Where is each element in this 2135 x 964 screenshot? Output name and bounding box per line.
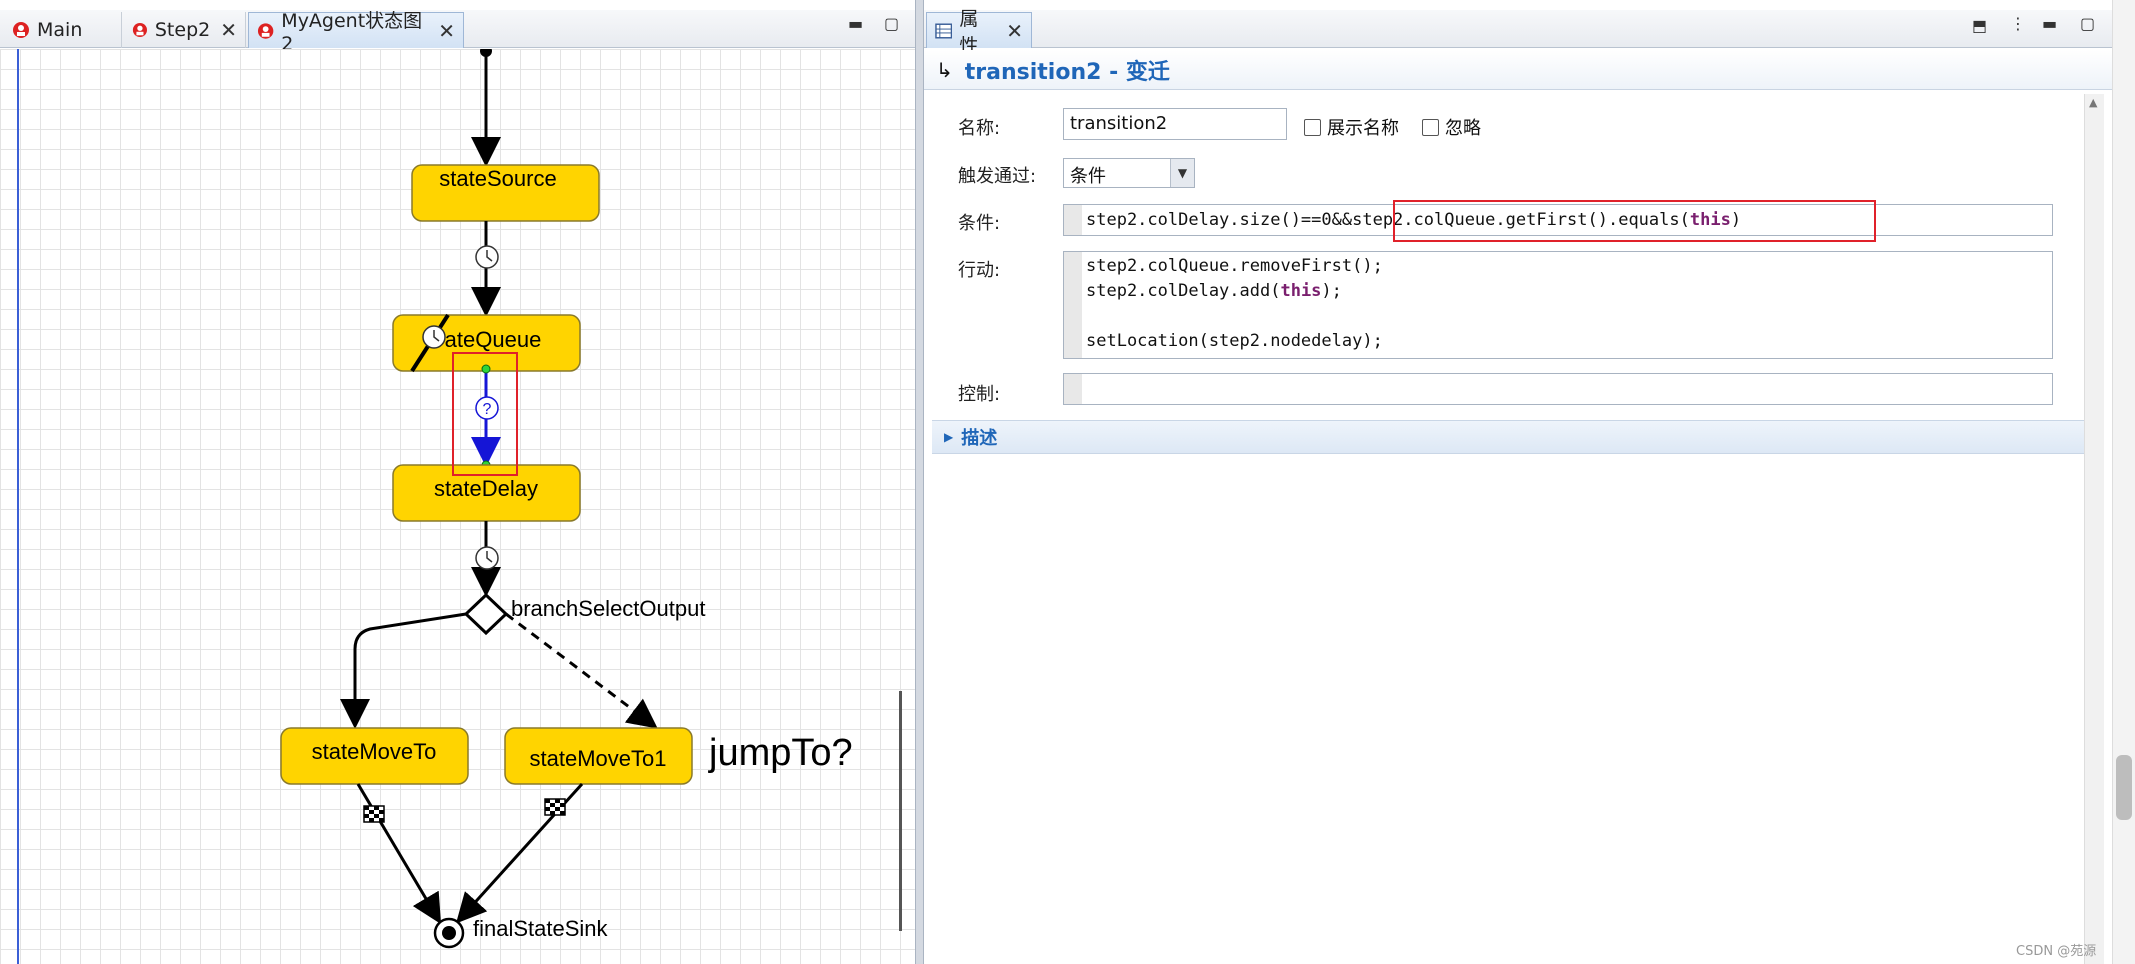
scroll-up-icon[interactable]: ▲: [2089, 96, 2097, 109]
agent-icon: [132, 22, 147, 38]
name-label: 名称:: [958, 118, 1001, 139]
checkered-flag-icon: [363, 805, 385, 823]
trigger-select[interactable]: 条件 ▼: [1063, 158, 1195, 188]
branch-select-output[interactable]: [463, 592, 509, 636]
editor-gutter: [1064, 374, 1082, 404]
final-state-dot: [442, 926, 456, 940]
tab-label: Step2: [154, 19, 211, 41]
name-input[interactable]: transition2: [1063, 108, 1287, 140]
show-name-label: 展示名称: [1327, 118, 1399, 139]
final-state-label: finalStateSink: [473, 916, 609, 941]
ignore-checkbox[interactable]: 忽略: [1422, 114, 1481, 140]
statechart-diagram: statechart stateSource ateQueue: [280, 49, 853, 949]
description-label: 描述: [961, 428, 998, 449]
transition-branch-moveto[interactable]: [340, 612, 467, 729]
action-code-line: step2.colDelay.add(this);: [1086, 281, 1342, 301]
action-code-line: step2.colQueue.removeFirst();: [1086, 256, 1383, 276]
description-section[interactable]: ▶ 描述: [932, 420, 2092, 454]
window-scrollbar[interactable]: [2112, 0, 2135, 964]
properties-scrollbar[interactable]: ▲: [2084, 94, 2104, 964]
ignore-label: 忽略: [1445, 118, 1481, 139]
state-move-to1-label: stateMoveTo1: [530, 746, 667, 771]
tab-main[interactable]: Main: [4, 12, 122, 48]
agent-icon: [13, 22, 29, 38]
tab-step2[interactable]: Step2 ✕: [124, 12, 246, 48]
transition-moveto-final[interactable]: [356, 783, 442, 925]
state-delay-label: stateDelay: [434, 476, 538, 501]
panel-divider[interactable]: [915, 0, 924, 964]
minimize-icon[interactable]: ▬: [2042, 14, 2057, 33]
editor-panel: Main Step2 ✕ MyAgent状态图2 ✕ ▬ ▢ stateSour…: [0, 0, 915, 964]
maximize-icon[interactable]: ▢: [884, 14, 899, 33]
canvas-scrollbar[interactable]: [899, 691, 902, 931]
control-label: 控制:: [958, 384, 1001, 405]
checkbox-box[interactable]: [1304, 118, 1321, 136]
tab-properties[interactable]: 属性 ✕: [926, 8, 1032, 57]
editor-gutter: [1064, 205, 1082, 235]
statechart-label: statechart: [510, 49, 607, 53]
properties-panel: 属性 ✕ ⬒ ⋮ ▬ ▢ ↳ transition2 - 变迁 名称: tran…: [924, 0, 2135, 964]
control-editor[interactable]: [1063, 373, 2053, 405]
action-label: 行动:: [958, 260, 1001, 281]
close-icon[interactable]: ✕: [438, 19, 455, 43]
tab-label: Main: [37, 19, 83, 41]
close-icon[interactable]: ✕: [220, 18, 237, 42]
state-queue-label: ateQueue: [445, 327, 542, 352]
statechart-canvas[interactable]: statechart stateSource ateQueue: [0, 49, 915, 964]
tab-label: MyAgent状态图2: [281, 10, 423, 55]
transition-branch-moveto1[interactable]: [505, 612, 658, 729]
trigger-label: 触发通过:: [958, 166, 1037, 187]
chevron-down-icon[interactable]: ▼: [1170, 159, 1194, 187]
jumpto-annotation: jumpTo?: [708, 732, 853, 774]
editor-gutter: [1064, 252, 1082, 358]
highlight-condition-box: [1393, 200, 1876, 242]
highlight-transition-box: [452, 352, 518, 476]
minimize-icon[interactable]: ▬: [848, 14, 863, 33]
checkbox-box[interactable]: [1422, 118, 1439, 136]
transition-icon: ↳: [936, 57, 953, 82]
state-source-label: stateSource: [439, 166, 556, 191]
pin-icon[interactable]: ⬒: [1972, 16, 1987, 35]
watermark: CSDN @苑源: [2016, 944, 2097, 959]
action-editor[interactable]: step2.colQueue.removeFirst(); step2.colD…: [1063, 251, 2053, 359]
editor-tab-bar: Main Step2 ✕ MyAgent状态图2 ✕ ▬ ▢: [0, 10, 915, 55]
agent-icon: [257, 22, 274, 39]
maximize-icon[interactable]: ▢: [2080, 14, 2095, 33]
branch-label: branchSelectOutput: [511, 596, 705, 621]
properties-tab-bar: 属性 ✕ ⬒ ⋮ ▬ ▢: [924, 8, 2135, 57]
state-move-to-label: stateMoveTo: [312, 739, 437, 764]
properties-icon: [935, 22, 953, 39]
clock-icon: [422, 325, 446, 349]
properties-title: transition2 - 变迁: [964, 59, 1170, 85]
clock-icon: [475, 546, 499, 570]
chevron-right-icon: ▶: [944, 430, 954, 444]
tab-myagent-statechart2[interactable]: MyAgent状态图2 ✕: [248, 10, 464, 55]
scrollbar-thumb[interactable]: [2116, 755, 2132, 820]
action-code-line: setLocation(step2.nodedelay);: [1086, 331, 1383, 351]
more-options-icon[interactable]: ⋮: [2010, 14, 2026, 33]
checkered-flag-icon: [544, 798, 566, 816]
trigger-select-value: 条件: [1070, 166, 1106, 187]
condition-label: 条件:: [958, 213, 1001, 234]
properties-header: ↳ transition2 - 变迁: [924, 50, 2135, 90]
show-name-checkbox[interactable]: 展示名称: [1304, 114, 1399, 140]
close-icon[interactable]: ✕: [1006, 19, 1023, 43]
clock-icon: [475, 245, 499, 269]
